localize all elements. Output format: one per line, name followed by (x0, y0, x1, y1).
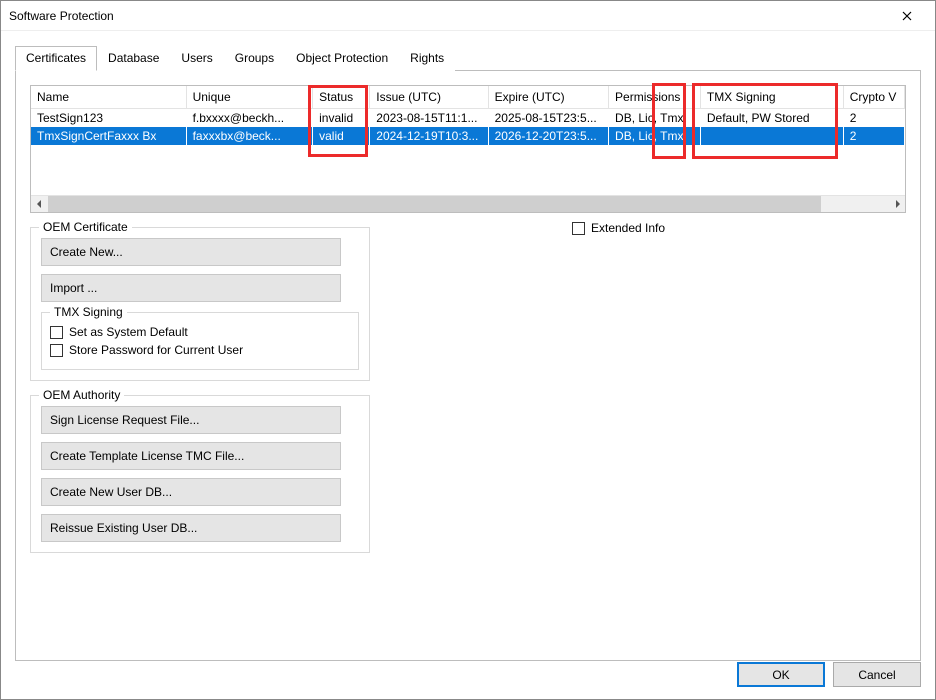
col-tmx-signing[interactable]: TMX Signing (700, 86, 843, 109)
tab-object-protection[interactable]: Object Protection (285, 46, 399, 71)
table-row[interactable]: TmxSignCertFaxxx Bx faxxxbx@beck... vali… (31, 127, 905, 145)
cell-issue: 2024-12-19T10:3... (370, 127, 488, 145)
oem-certificate-legend: OEM Certificate (39, 220, 132, 234)
titlebar: Software Protection (1, 1, 935, 31)
cell-unique: f.bxxxx@beckh... (186, 109, 313, 128)
close-button[interactable] (887, 1, 927, 31)
tab-users[interactable]: Users (170, 46, 223, 71)
tabpage-certificates: Name Unique Status Issue (UTC) Expire (U… (15, 71, 921, 661)
cell-status: valid (313, 127, 370, 145)
grid-header-row[interactable]: Name Unique Status Issue (UTC) Expire (U… (31, 86, 905, 109)
cell-status: invalid (313, 109, 370, 128)
cell-unique: faxxxbx@beck... (186, 127, 313, 145)
store-password-row: Store Password for Current User (50, 343, 350, 357)
extended-info-label: Extended Info (591, 221, 665, 235)
oem-authority-legend: OEM Authority (39, 388, 124, 402)
cell-expire: 2025-08-15T23:5... (488, 109, 608, 128)
cell-permissions: DB, Lic, Tmx (609, 127, 701, 145)
window-title: Software Protection (9, 9, 114, 23)
col-status[interactable]: Status (313, 86, 370, 109)
col-issue[interactable]: Issue (UTC) (370, 86, 488, 109)
cell-name: TestSign123 (31, 109, 186, 128)
tmx-signing-legend: TMX Signing (50, 305, 127, 319)
scroll-right-button[interactable] (888, 196, 905, 212)
extended-info-checkbox[interactable] (572, 222, 585, 235)
sign-license-button[interactable]: Sign License Request File... (41, 406, 341, 434)
cell-permissions: DB, Lic, Tmx (609, 109, 701, 128)
oem-certificate-group: OEM Certificate Create New... Import ...… (30, 227, 370, 381)
col-unique[interactable]: Unique (186, 86, 313, 109)
tab-database[interactable]: Database (97, 46, 170, 71)
tabstrip: Certificates Database Users Groups Objec… (15, 45, 921, 71)
chevron-right-icon (893, 200, 901, 208)
scroll-left-button[interactable] (31, 196, 48, 212)
cell-issue: 2023-08-15T11:1... (370, 109, 488, 128)
scroll-track[interactable] (48, 196, 888, 212)
grid-hscrollbar[interactable] (31, 195, 905, 212)
col-permissions[interactable]: Permissions (609, 86, 701, 109)
certificates-grid[interactable]: Name Unique Status Issue (UTC) Expire (U… (30, 85, 906, 213)
oem-authority-group: OEM Authority Sign License Request File.… (30, 395, 370, 553)
create-template-button[interactable]: Create Template License TMC File... (41, 442, 341, 470)
table-row[interactable]: TestSign123 f.bxxxx@beckh... invalid 202… (31, 109, 905, 128)
cell-name: TmxSignCertFaxxx Bx (31, 127, 186, 145)
cell-tmx-signing (700, 127, 843, 145)
dialog-footer: OK Cancel (737, 662, 921, 687)
tab-rights[interactable]: Rights (399, 46, 455, 71)
import-button[interactable]: Import ... (41, 274, 341, 302)
software-protection-window: Software Protection Certificates Databas… (0, 0, 936, 700)
extended-info-row: Extended Info (572, 221, 665, 235)
create-userdb-button[interactable]: Create New User DB... (41, 478, 341, 506)
grid-empty-space (31, 145, 905, 195)
set-default-checkbox[interactable] (50, 326, 63, 339)
set-default-label: Set as System Default (69, 325, 188, 339)
cell-tmx-signing: Default, PW Stored (700, 109, 843, 128)
ok-button[interactable]: OK (737, 662, 825, 687)
reissue-userdb-button[interactable]: Reissue Existing User DB... (41, 514, 341, 542)
col-crypto-v[interactable]: Crypto V (843, 86, 904, 109)
create-new-button[interactable]: Create New... (41, 238, 341, 266)
cell-expire: 2026-12-20T23:5... (488, 127, 608, 145)
tab-certificates[interactable]: Certificates (15, 46, 97, 71)
client-area: Certificates Database Users Groups Objec… (1, 31, 935, 661)
col-name[interactable]: Name (31, 86, 186, 109)
chevron-left-icon (36, 200, 44, 208)
cell-crypto-v: 2 (843, 127, 904, 145)
set-default-row: Set as System Default (50, 325, 350, 339)
scroll-thumb[interactable] (48, 196, 821, 212)
tmx-signing-group: TMX Signing Set as System Default Store … (41, 312, 359, 370)
cell-crypto-v: 2 (843, 109, 904, 128)
store-password-label: Store Password for Current User (69, 343, 243, 357)
close-icon (902, 11, 912, 21)
store-password-checkbox[interactable] (50, 344, 63, 357)
tab-groups[interactable]: Groups (224, 46, 285, 71)
cancel-button[interactable]: Cancel (833, 662, 921, 687)
col-expire[interactable]: Expire (UTC) (488, 86, 608, 109)
